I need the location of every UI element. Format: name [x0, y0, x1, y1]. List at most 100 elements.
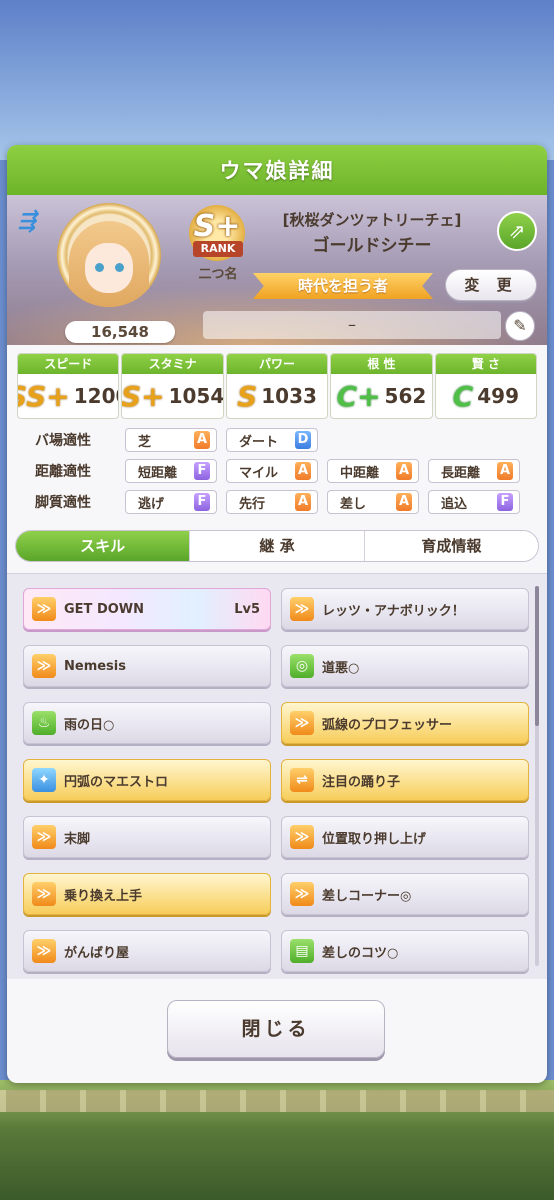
aptitude-cell: 長距離 A — [428, 459, 520, 483]
skill-list: ≫ GET DOWN Lv5 ≫ レッツ・アナボリック！ ≫ Nemesis ◎… — [7, 573, 547, 979]
aptitude-grade: A — [396, 493, 412, 511]
character-portrait — [57, 203, 161, 307]
memo-field: – — [203, 311, 501, 339]
aptitude-grade: A — [295, 462, 311, 480]
skill-item[interactable]: ≫ 弧線のプロフェッサー — [281, 702, 529, 744]
stat-power: パワー S 1033 — [225, 353, 329, 419]
speed-skill-icon: ≫ — [290, 882, 314, 906]
panel-title: ウマ娘詳細 — [219, 159, 335, 183]
aptitude-cell: 逃げ F — [125, 490, 217, 514]
aptitude-cell: 追込 F — [428, 490, 520, 514]
stat-value: 562 — [384, 384, 427, 408]
aptitude-cell: 短距離 F — [125, 459, 217, 483]
track-skill-icon: ◎ — [290, 654, 314, 678]
share-button[interactable]: ⇗ — [497, 211, 537, 251]
recovery-skill-icon: ✦ — [32, 768, 56, 792]
aptitude-style-row: 脚質適性 逃げ F 先行 A 差し A 追込 F — [35, 489, 535, 515]
skill-item[interactable]: ≫ 差しコーナー◎ — [281, 873, 529, 915]
stat-label: 賢 さ — [435, 354, 537, 374]
skill-item[interactable]: ≫ がんばり屋 — [23, 930, 271, 972]
aptitude-label: 脚質適性 — [35, 495, 91, 511]
dress-change-icon[interactable]: ⇶ — [15, 209, 57, 237]
tab-bar: スキル 継 承 育成情報 — [15, 530, 539, 562]
skill-item[interactable]: ≫ 乗り換え上手 — [23, 873, 271, 915]
aptitude-grade: F — [194, 462, 210, 480]
tab-training-info[interactable]: 育成情報 — [364, 531, 538, 561]
stat-value: 1200 — [73, 384, 119, 408]
skill-scrollbar[interactable] — [535, 586, 539, 966]
aptitude-cell: 差し A — [327, 490, 419, 514]
speed-skill-icon: ≫ — [32, 825, 56, 849]
detail-panel: ウマ娘詳細 ⇶ 16,548 S+ RANK 二つ名 [秋桜ダンツァトリーチェ]… — [7, 145, 547, 1083]
aptitude-label: バ場適性 — [35, 433, 91, 449]
share-icon: ⇗ — [508, 219, 526, 243]
aptitude-grade: A — [396, 462, 412, 480]
aptitude-grade: A — [295, 493, 311, 511]
aptitude-grade: F — [194, 493, 210, 511]
skill-item[interactable]: ≫ Nemesis — [23, 645, 271, 687]
aptitude-ground-row: バ場適性 芝A ダート D — [35, 427, 535, 453]
pencil-icon: ✎ — [513, 316, 527, 335]
aptitude-grade: A — [194, 431, 210, 449]
fan-count: 16,548 — [65, 321, 175, 343]
skill-item[interactable]: ≫ GET DOWN Lv5 — [23, 588, 271, 630]
change-button[interactable]: 変 更 — [445, 269, 537, 301]
edit-button[interactable]: ✎ — [505, 311, 535, 341]
skill-item[interactable]: ≫ 末脚 — [23, 816, 271, 858]
aptitude-grade: F — [497, 493, 513, 511]
epithet-ribbon: 時代を担う者 — [253, 273, 433, 299]
fence-decoration — [0, 1090, 554, 1112]
aptitude-label: 距離適性 — [35, 464, 91, 480]
aptitude-distance-row: 距離適性 短距離 F マイル A 中距離 A 長距離 A — [35, 458, 535, 484]
skill-item[interactable]: ≫ 位置取り押し上げ — [281, 816, 529, 858]
speed-skill-icon: ≫ — [290, 711, 314, 735]
stat-guts: 根 性 C+ 562 — [330, 353, 433, 419]
rank-label: RANK — [193, 241, 243, 257]
aptitude-grade: D — [295, 431, 311, 449]
profile-section: ⇶ 16,548 S+ RANK 二つ名 [秋桜ダンツァトリーチェ] ゴールドシ… — [7, 195, 547, 345]
stat-grade: C — [452, 379, 474, 413]
stat-value: 1033 — [261, 384, 317, 408]
tab-skills[interactable]: スキル — [16, 531, 191, 561]
stat-value: 499 — [477, 384, 519, 408]
close-button[interactable]: 閉じる — [167, 1000, 385, 1058]
stat-wisdom: 賢 さ C 499 — [434, 353, 538, 419]
stat-grade: S — [237, 379, 258, 413]
stat-label: スタミナ — [122, 354, 223, 374]
aptitude-cell: 先行 A — [226, 490, 318, 514]
stat-speed: スピード SS+1200 — [17, 353, 120, 419]
panel-header: ウマ娘詳細 — [7, 145, 547, 195]
stat-label: パワー — [226, 354, 328, 374]
stamina-skill-icon: ▤ — [290, 939, 314, 963]
guts-skill-icon: ♨ — [32, 711, 56, 735]
scroll-thumb[interactable] — [535, 586, 539, 726]
skill-level: Lv5 — [234, 601, 260, 617]
speed-skill-icon: ≫ — [290, 825, 314, 849]
tab-inheritance[interactable]: 継 承 — [190, 531, 365, 561]
stats-row: スピード SS+1200 スタミナ S+1054 パワー S1033 根 性 C… — [17, 353, 538, 419]
outfit-name: [秋桜ダンツァトリーチェ] — [282, 211, 462, 229]
position-skill-icon: ⇌ — [290, 768, 314, 792]
aptitude-cell: 芝A — [125, 428, 217, 452]
sky-background — [0, 0, 554, 160]
skill-item[interactable]: ▤ 差しのコツ○ — [281, 930, 529, 972]
skill-item[interactable]: ◎ 道悪○ — [281, 645, 529, 687]
stat-grade: S+ — [121, 379, 165, 413]
nickname-label: 二つ名 — [198, 267, 238, 282]
character-name: ゴールドシチー — [312, 236, 432, 256]
skill-item[interactable]: ✦ 円弧のマエストロ — [23, 759, 271, 801]
speed-skill-icon: ≫ — [32, 882, 56, 906]
stat-grade: SS+ — [18, 379, 70, 413]
stat-grade: C+ — [336, 379, 381, 413]
rank-grade: S+ — [193, 209, 241, 244]
skill-item[interactable]: ≫ レッツ・アナボリック！ — [281, 588, 529, 630]
skill-item[interactable]: ♨ 雨の日○ — [23, 702, 271, 744]
aptitude-cell: ダート D — [226, 428, 318, 452]
aptitude-grade: A — [497, 462, 513, 480]
speed-skill-icon: ≫ — [290, 597, 314, 621]
stat-value: 1054 — [168, 384, 224, 408]
aptitude-cell: 中距離 A — [327, 459, 419, 483]
stat-stamina: スタミナ S+ 1054 — [121, 353, 224, 419]
aptitude-cell: マイル A — [226, 459, 318, 483]
skill-item[interactable]: ⇌ 注目の踊り子 — [281, 759, 529, 801]
